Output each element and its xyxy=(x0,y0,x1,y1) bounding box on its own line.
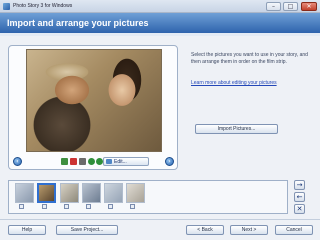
move-right-button[interactable]: → xyxy=(294,180,305,190)
edit-button[interactable]: Edit... xyxy=(103,157,149,166)
rotate-left-icon[interactable] xyxy=(88,158,95,165)
frame-edit-icon[interactable] xyxy=(19,204,24,209)
edit-icon xyxy=(106,159,112,164)
next-button[interactable]: Next > xyxy=(230,225,268,235)
back-button[interactable]: < Back xyxy=(186,225,224,235)
page-title: Import and arrange your pictures xyxy=(7,18,149,28)
crop-icon[interactable] xyxy=(79,158,86,165)
edit-label: Edit... xyxy=(114,159,127,165)
header-divider xyxy=(0,33,320,36)
frame-edit-icon[interactable] xyxy=(130,204,135,209)
frame-edit-icon[interactable] xyxy=(42,204,47,209)
red-eye-icon[interactable] xyxy=(70,158,77,165)
frame-edit-icon[interactable] xyxy=(64,204,69,209)
photo-preview xyxy=(26,49,162,152)
previous-picture-button[interactable]: ‹ xyxy=(13,157,22,166)
move-left-button[interactable]: ← xyxy=(294,192,305,202)
film-frame[interactable] xyxy=(126,183,145,203)
film-frame[interactable] xyxy=(82,183,101,203)
minimize-button[interactable]: – xyxy=(266,2,281,11)
preview-panel: ‹ Edit... › xyxy=(8,45,178,170)
import-pictures-button[interactable]: Import Pictures... xyxy=(195,124,278,134)
close-button[interactable]: ✕ xyxy=(301,2,317,11)
film-frame[interactable] xyxy=(104,183,123,203)
next-picture-button[interactable]: › xyxy=(165,157,174,166)
cancel-button[interactable]: Cancel xyxy=(275,225,313,235)
frame-edit-icon[interactable] xyxy=(108,204,113,209)
rotate-right-icon[interactable] xyxy=(96,158,103,165)
help-button[interactable]: Help xyxy=(8,225,46,235)
instructions-text: Select the pictures you want to use in y… xyxy=(191,52,308,65)
footer-divider xyxy=(0,219,320,220)
maximize-button[interactable]: □ xyxy=(283,2,298,11)
window-title: Photo Story 3 for Windows xyxy=(13,3,73,9)
remove-picture-button[interactable]: ✕ xyxy=(294,204,305,214)
save-project-button[interactable]: Save Project... xyxy=(56,225,118,235)
page-header: Import and arrange your pictures xyxy=(0,13,320,33)
film-frame[interactable] xyxy=(15,183,34,203)
film-frame-selected[interactable] xyxy=(37,183,56,203)
app-icon xyxy=(3,3,10,10)
frame-edit-icon[interactable] xyxy=(86,204,91,209)
levels-icon[interactable] xyxy=(61,158,68,165)
learn-more-link[interactable]: Learn more about editing your pictures xyxy=(191,80,277,86)
film-strip[interactable] xyxy=(8,180,288,214)
title-bar: Photo Story 3 for Windows – □ ✕ xyxy=(0,0,320,13)
film-frame[interactable] xyxy=(60,183,79,203)
preview-toolbar: ‹ Edit... › xyxy=(9,156,177,168)
